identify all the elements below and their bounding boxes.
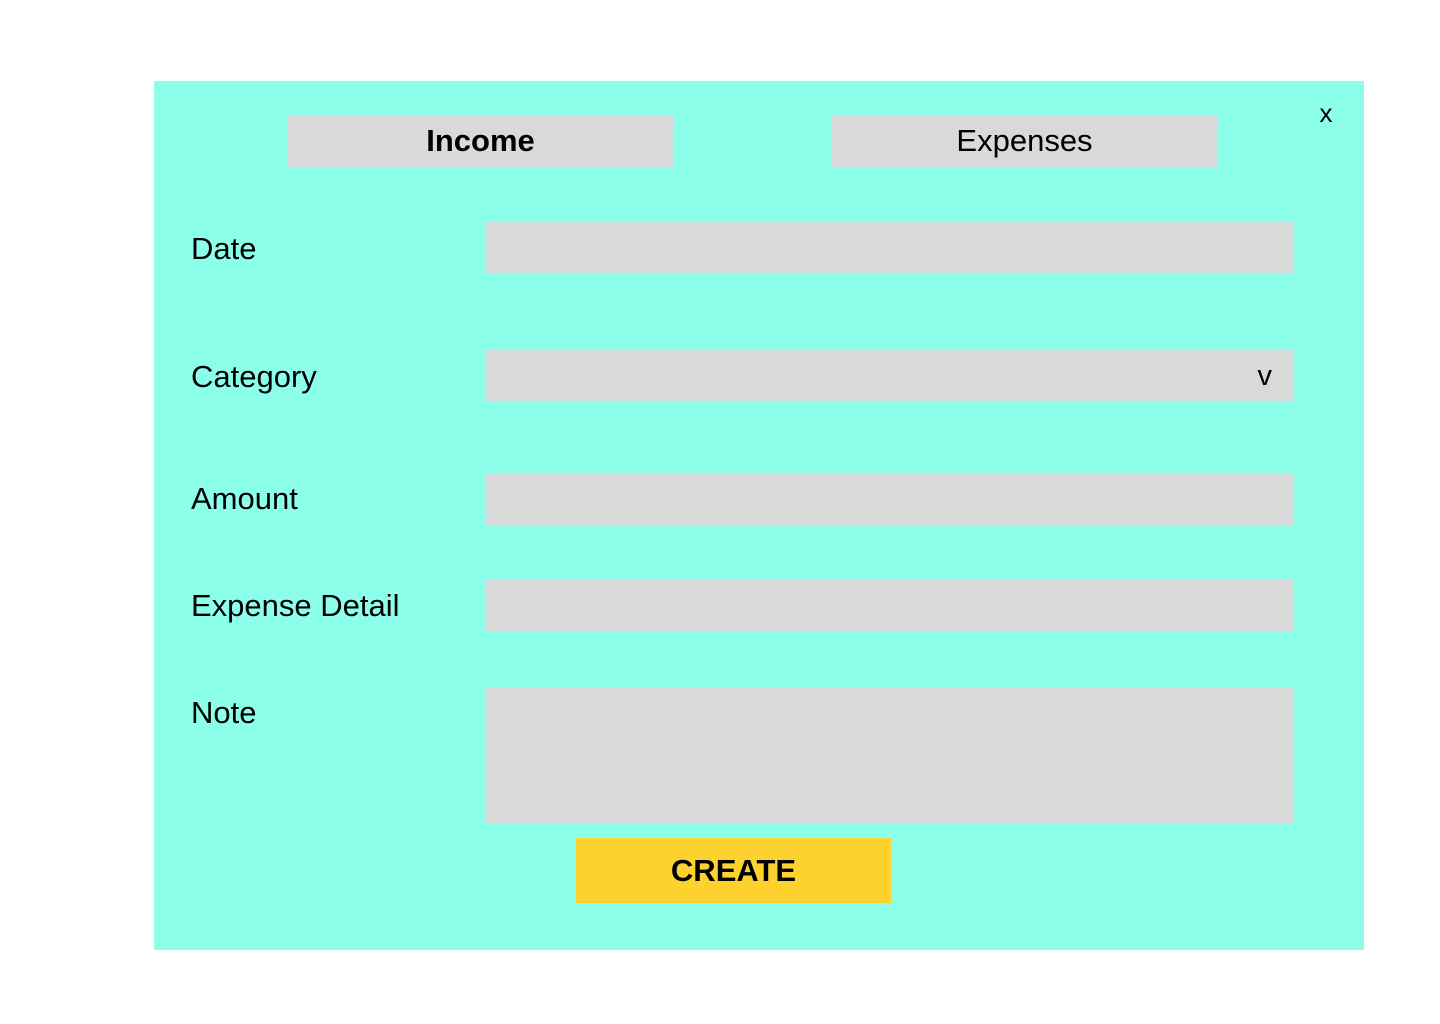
- chevron-down-icon: v: [1257, 359, 1273, 392]
- tab-income[interactable]: Income: [288, 115, 673, 167]
- date-field[interactable]: [486, 222, 1294, 274]
- amount-field[interactable]: [486, 473, 1294, 525]
- expense-detail-field[interactable]: [486, 580, 1294, 632]
- close-button[interactable]: x: [1311, 96, 1341, 130]
- tab-expenses[interactable]: Expenses: [832, 115, 1217, 167]
- category-select[interactable]: v: [486, 350, 1294, 402]
- create-button[interactable]: CREATE: [576, 838, 891, 903]
- note-label: Note: [191, 695, 257, 730]
- category-label: Category: [191, 359, 317, 394]
- expense-detail-label: Expense Detail: [191, 588, 400, 623]
- add-transaction-dialog: x Income Expenses Date Category v Amount…: [154, 81, 1364, 950]
- date-label: Date: [191, 231, 257, 266]
- amount-label: Amount: [191, 481, 298, 516]
- note-textarea[interactable]: [486, 687, 1294, 823]
